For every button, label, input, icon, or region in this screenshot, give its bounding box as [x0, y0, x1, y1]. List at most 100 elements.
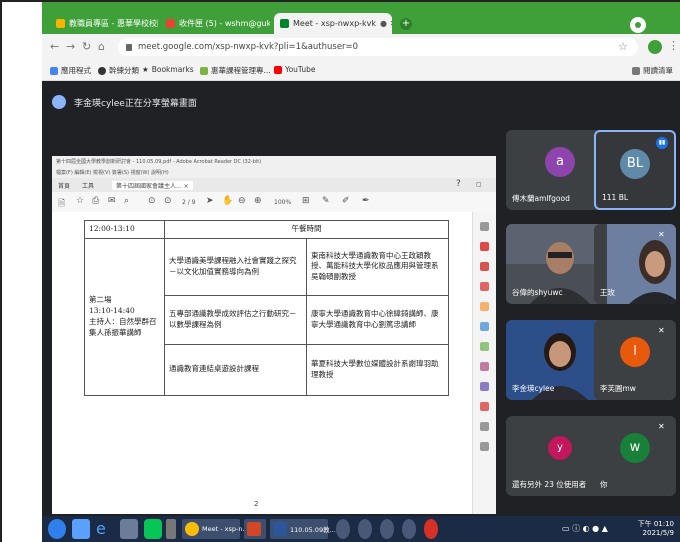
acrobat-tabs: 首頁 工具 第十四屆國家會議主人... × ? ▢ — [52, 178, 496, 192]
print-icon[interactable]: ⎙ — [92, 196, 99, 206]
reading-list[interactable]: 閱讀清單 — [632, 65, 673, 76]
tab-tools[interactable]: 工具 — [82, 181, 94, 190]
chrome-menu-icon[interactable]: ⋮ — [668, 39, 679, 52]
reading-list-icon — [632, 66, 640, 75]
explorer-icon[interactable] — [72, 519, 90, 539]
participant-tile[interactable]: ✕ 王玫 — [594, 224, 676, 304]
topic-cell: 通識教育連結桌遊設計課程 — [164, 343, 307, 396]
tab-home[interactable]: 首頁 — [58, 181, 70, 190]
session-cell: 第二場 13:10-14:40 主持人：自然學群召集人孫振華講師 — [84, 237, 165, 396]
reload-icon[interactable]: ↻ — [82, 40, 91, 53]
comment-tool-icon[interactable] — [480, 302, 489, 311]
chrome-icon — [185, 522, 199, 536]
tab-inbox[interactable]: 收件匣 (5) - wshm@gukn.edu ✕ — [160, 13, 270, 34]
bookmark-apps[interactable]: 應用程式 — [50, 65, 91, 76]
task-icon[interactable] — [166, 519, 176, 539]
address-bar[interactable]: meet.google.com/xsp-nwxp-kvk?pli=1&authu… — [118, 38, 638, 56]
combine-icon[interactable] — [480, 322, 489, 331]
avatar: BL — [620, 149, 650, 179]
meet-control-icon[interactable] — [402, 519, 416, 539]
share-icon[interactable] — [480, 442, 489, 451]
avatar: l — [620, 337, 650, 367]
pointer-icon[interactable]: ➤ — [206, 196, 214, 206]
table-row: 12:00-13:10 午餐時間 — [84, 220, 449, 239]
participant-tile[interactable]: ✕ l 李芙圓mw — [594, 320, 676, 400]
school-favicon-icon — [56, 19, 65, 28]
zoom-in-icon[interactable]: ⊕ — [254, 196, 262, 206]
bookmark-youtube[interactable]: YouTube — [274, 65, 316, 74]
presenting-banner: 李金瑛cylee正在分享螢幕畫面 — [52, 92, 452, 112]
page-number: 2 — [254, 500, 259, 508]
back-arrow-icon[interactable]: ← — [50, 40, 59, 53]
email-icon[interactable]: ✉ — [108, 196, 116, 206]
table-row: 第二場 13:10-14:40 主持人：自然學群召集人孫振華講師 大學通識美學課… — [84, 237, 449, 396]
shared-screen: 第十四屆全國大學教學創新研討會 - 110.05.09.pdf - Adobe … — [52, 156, 496, 514]
comment-icon[interactable]: ✎ — [322, 196, 330, 206]
schedule-table: 12:00-13:10 午餐時間 第二場 13:10-14:40 主持人：自然學… — [84, 220, 449, 396]
bookmark-category[interactable]: 幹練分類 — [98, 65, 139, 76]
help-icon[interactable]: ? — [456, 179, 461, 189]
export-pdf-icon[interactable] — [480, 242, 489, 251]
presenter-avatar-icon — [52, 95, 66, 109]
hand-icon[interactable]: ✋ — [222, 196, 233, 206]
taskbar-chrome[interactable]: Meet - xsp-n... — [182, 519, 249, 539]
send-icon[interactable] — [480, 402, 489, 411]
desktop-screenshot: 教職員專區 - 惠華學校校園主人 | ✕ 收件匣 (5) - wshm@gukn… — [42, 2, 680, 542]
clock[interactable]: 下午 01:10 2021/5/9 — [638, 520, 674, 538]
page-up-icon[interactable]: ⊙ — [148, 196, 156, 206]
create-pdf-icon[interactable] — [480, 262, 489, 271]
forward-arrow-icon[interactable]: → — [66, 40, 75, 53]
edit-pdf-icon[interactable] — [480, 282, 489, 291]
zoom-out-icon[interactable]: ⊖ — [238, 196, 246, 206]
acrobat-title-bar: 第十四屆全國大學教學創新研討會 - 110.05.09.pdf - Adobe … — [52, 156, 496, 168]
save-icon[interactable]: 🗎 — [58, 196, 65, 212]
meet-favicon-icon — [280, 19, 289, 28]
login-icon[interactable]: ▢ — [476, 181, 482, 188]
zoom-tool-icon[interactable] — [480, 222, 489, 231]
meet-control-icon[interactable] — [358, 519, 372, 539]
topic-cell: 五專部通識教學成效評估之行動研究－以數學課程為例 — [164, 294, 307, 345]
close-tab-icon[interactable]: ● ✕ — [376, 19, 392, 28]
bookmark-bookmarks[interactable]: ★ Bookmarks — [142, 65, 194, 74]
more-tools-icon[interactable] — [480, 422, 489, 431]
fill-sign-icon[interactable] — [480, 362, 489, 371]
meet-control-icon[interactable] — [380, 519, 394, 539]
start-button[interactable] — [48, 519, 66, 539]
speaker-cell: 康寧大學通識教育中心徐緯錡講師、康寧大學通識教育中心劉篤忠講師 — [306, 294, 449, 345]
organize-icon[interactable] — [480, 342, 489, 351]
gmail-favicon-icon — [166, 19, 175, 28]
youtube-icon — [274, 65, 282, 74]
avatar: a — [545, 147, 575, 177]
page-down-icon[interactable]: ⊙ — [164, 196, 172, 206]
line-icon[interactable] — [144, 519, 162, 539]
bookmark-icon[interactable]: ☆ — [76, 196, 84, 206]
extension-icon[interactable] — [648, 40, 662, 54]
ie-icon[interactable]: e — [96, 519, 114, 539]
home-icon[interactable]: ⌂ — [98, 40, 105, 53]
profile-avatar[interactable] — [630, 17, 646, 33]
media-icon[interactable] — [120, 519, 138, 539]
mic-off-icon: ✕ — [658, 422, 665, 431]
zoom-level[interactable]: 100% — [274, 199, 291, 206]
fit-page-icon[interactable]: ⊞ — [302, 196, 310, 206]
highlight-icon[interactable]: ✐ — [342, 196, 350, 206]
taskbar-powerpoint[interactable] — [244, 519, 266, 539]
search-icon[interactable]: ⌕ — [124, 196, 129, 206]
bookmark-star-icon[interactable]: ☆ — [618, 40, 628, 53]
protect-icon[interactable] — [480, 382, 489, 391]
self-tile[interactable]: ✕ w 你 — [594, 416, 676, 496]
page-indicator[interactable]: 2 / 9 — [182, 199, 195, 206]
lunch-label-cell: 午餐時間 — [164, 220, 449, 239]
tab-document[interactable]: 第十四屆國家會議主人... × — [112, 181, 193, 190]
leave-call-icon[interactable] — [424, 519, 438, 539]
system-tray-icons[interactable]: ▭ ⓘ ◐ ● ▲ — [562, 519, 620, 539]
taskbar-word[interactable]: 110.05.09教... — [270, 519, 336, 539]
tab-school[interactable]: 教職員專區 - 惠華學校校園主人 | ✕ — [50, 13, 158, 34]
tab-meet[interactable]: Meet - xsp-nwxp-kvk ● ✕ — [274, 13, 392, 34]
participant-tile-speaking[interactable]: ▮▮ BL 111 BL — [594, 130, 676, 210]
sign-icon[interactable]: ✒ — [362, 196, 370, 206]
browser-toolbar: ← → ↻ ⌂ meet.google.com/xsp-nwxp-kvk?pli… — [42, 34, 680, 60]
new-tab-button[interactable]: + — [400, 18, 412, 30]
meet-control-icon[interactable] — [336, 519, 350, 539]
bookmark-course-manager[interactable]: 惠華課程管理專... — [200, 65, 271, 76]
